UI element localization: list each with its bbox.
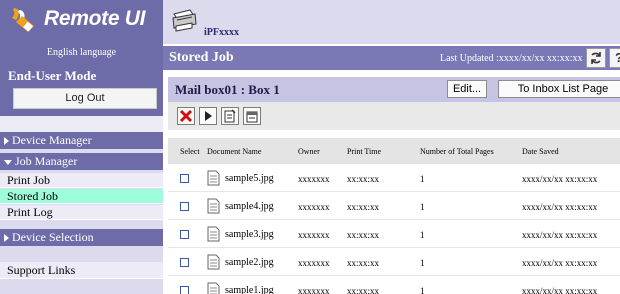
- delete-icon: [179, 109, 193, 123]
- mode-title: End-User Mode: [8, 68, 97, 83]
- sidebar-item-stored-job[interactable]: Stored Job: [0, 189, 163, 204]
- document-name[interactable]: sample2.jpg: [225, 257, 274, 268]
- document-edit-icon: [224, 109, 236, 123]
- sidebar-item-print-job[interactable]: Print Job: [0, 173, 163, 188]
- table-row[interactable]: sample5.jpg xxxxxxx xx:xx:xx 1 xxxx/xx/x…: [168, 164, 620, 192]
- nav-device-selection[interactable]: Device Selection: [0, 229, 163, 246]
- print-button[interactable]: [199, 107, 217, 125]
- top-bar: iPFxxxx: [163, 0, 620, 44]
- document-name[interactable]: sample1.jpg: [225, 285, 274, 294]
- col-print-time: Print Time: [347, 147, 382, 156]
- logout-button[interactable]: Log Out: [13, 88, 157, 109]
- sidebar-spacer: [0, 116, 163, 132]
- nav-device-manager-label: Device Manager: [12, 133, 92, 147]
- document-move-icon: [246, 111, 258, 123]
- col-owner: Owner: [298, 147, 320, 156]
- nav-job-manager-label: Job Manager: [15, 154, 78, 168]
- document-icon: [207, 198, 220, 214]
- date-saved: xxxx/xx/xx xx:xx:xx: [522, 286, 598, 294]
- help-button[interactable]: ?: [609, 48, 620, 68]
- page-title: Stored Job: [169, 50, 234, 65]
- move-document-button[interactable]: [243, 107, 261, 125]
- col-date-saved: Date Saved: [522, 147, 559, 156]
- select-checkbox[interactable]: [180, 202, 189, 211]
- last-updated-text: Last Updated :xxxx/xx/xx xx:xx:xx: [440, 53, 583, 64]
- sidebar-item-print-log[interactable]: Print Log: [0, 205, 163, 220]
- select-checkbox[interactable]: [180, 286, 189, 294]
- total-pages: 1: [420, 174, 425, 184]
- owner: xxxxxxx: [298, 286, 330, 294]
- print-time: xx:xx:xx: [347, 174, 380, 184]
- nav-device-selection-label: Device Selection: [12, 230, 94, 244]
- remote-ui-logo-icon: [12, 8, 34, 32]
- to-inbox-list-button[interactable]: To Inbox List Page: [498, 80, 620, 98]
- arrow-right-icon: [4, 234, 9, 243]
- date-saved: xxxx/xx/xx xx:xx:xx: [522, 174, 598, 184]
- logo-text: Remote UI: [44, 7, 146, 30]
- print-time: xx:xx:xx: [347, 286, 380, 294]
- total-pages: 1: [420, 230, 425, 240]
- owner: xxxxxxx: [298, 230, 330, 240]
- sidebar: Remote UI English language End-User Mode…: [0, 0, 163, 294]
- total-pages: 1: [420, 286, 425, 294]
- delete-button[interactable]: [177, 107, 195, 125]
- print-time: xx:xx:xx: [347, 202, 380, 212]
- owner: xxxxxxx: [298, 202, 330, 212]
- date-saved: xxxx/xx/xx xx:xx:xx: [522, 202, 598, 212]
- language-label: English language: [0, 40, 163, 66]
- print-time: xx:xx:xx: [347, 230, 380, 240]
- document-icon: [207, 226, 220, 242]
- mailbox-title: Mail box01 : Box 1: [175, 82, 280, 97]
- table-header: Select Document Name Owner Print Time Nu…: [168, 138, 620, 164]
- table-row[interactable]: sample2.jpg xxxxxxx xx:xx:xx 1 xxxx/xx/x…: [168, 248, 620, 276]
- table-row[interactable]: sample4.jpg xxxxxxx xx:xx:xx 1 xxxx/xx/x…: [168, 192, 620, 220]
- date-saved: xxxx/xx/xx xx:xx:xx: [522, 258, 598, 268]
- title-bar: Stored Job Last Updated :xxxx/xx/xx xx:x…: [163, 46, 620, 70]
- document-name[interactable]: sample3.jpg: [225, 229, 274, 240]
- table-row[interactable]: sample3.jpg xxxxxxx xx:xx:xx 1 xxxx/xx/x…: [168, 220, 620, 248]
- refresh-button[interactable]: [586, 48, 606, 68]
- col-total-pages: Number of Total Pages: [420, 147, 494, 156]
- arrow-right-icon: [4, 137, 9, 146]
- sidebar-item-support-links[interactable]: Support Links: [0, 262, 163, 279]
- total-pages: 1: [420, 258, 425, 268]
- print-time: xx:xx:xx: [347, 258, 380, 268]
- job-toolbar: [168, 102, 620, 130]
- document-name[interactable]: sample4.jpg: [225, 201, 274, 212]
- select-checkbox[interactable]: [180, 230, 189, 239]
- refresh-icon: [591, 52, 601, 64]
- owner: xxxxxxx: [298, 258, 330, 268]
- printer-icon: [172, 9, 197, 32]
- col-document-name: Document Name: [207, 147, 262, 156]
- edit-button[interactable]: Edit...: [447, 80, 487, 98]
- logo-area: Remote UI: [0, 0, 163, 40]
- table-row[interactable]: sample1.jpg xxxxxxx xx:xx:xx 1 xxxx/xx/x…: [168, 276, 620, 294]
- mailbox-bar: Mail box01 : Box 1 Edit... To Inbox List…: [168, 77, 620, 102]
- mode-panel: End-User Mode Log Out: [0, 66, 163, 116]
- select-checkbox[interactable]: [180, 174, 189, 183]
- document-icon: [207, 282, 220, 294]
- nav-job-manager[interactable]: Job Manager: [0, 153, 163, 170]
- nav-device-manager[interactable]: Device Manager: [0, 132, 163, 149]
- document-icon: [207, 254, 220, 270]
- document-name[interactable]: sample5.jpg: [225, 173, 274, 184]
- print-play-icon: [205, 111, 212, 121]
- total-pages: 1: [420, 202, 425, 212]
- printer-name: iPFxxxx: [204, 27, 239, 38]
- edit-document-button[interactable]: [221, 107, 239, 125]
- col-select: Select: [180, 147, 200, 156]
- document-icon: [207, 170, 220, 186]
- date-saved: xxxx/xx/xx xx:xx:xx: [522, 230, 598, 240]
- arrow-down-icon: [4, 159, 12, 165]
- select-checkbox[interactable]: [180, 258, 189, 267]
- owner: xxxxxxx: [298, 174, 330, 184]
